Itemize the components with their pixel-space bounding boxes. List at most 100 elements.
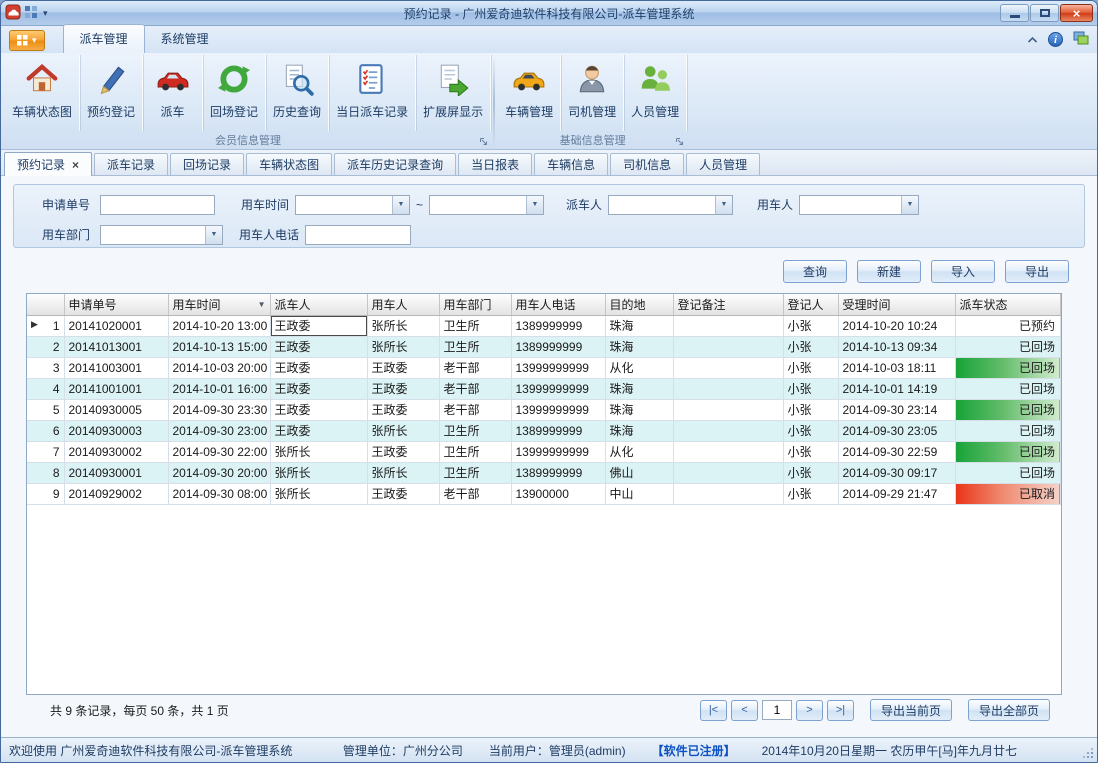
cell-status[interactable]: 已回场 (955, 357, 1061, 378)
cell-apply-no[interactable]: 20140929002 (64, 483, 168, 504)
cell-apply-no[interactable]: 20141003001 (64, 357, 168, 378)
dispatcher-combo[interactable]: ▼ (608, 195, 733, 215)
tab-close-icon[interactable]: × (72, 159, 79, 171)
column-filter-icon[interactable]: ▼ (258, 300, 266, 309)
column-dispatcher[interactable]: 派车人 (270, 294, 367, 315)
cell-remark[interactable] (673, 441, 783, 462)
cell-status[interactable]: 已回场 (955, 378, 1061, 399)
cell-user[interactable]: 王政委 (367, 483, 439, 504)
cell-use-time[interactable]: 2014-09-30 20:00 (168, 462, 270, 483)
cell-apply-no[interactable]: 20140930002 (64, 441, 168, 462)
cell-apply-no[interactable]: 20141013001 (64, 336, 168, 357)
cell-apply-no[interactable]: 20140930003 (64, 420, 168, 441)
cell-registrar[interactable]: 小张 (783, 357, 838, 378)
column-registrar[interactable]: 登记人 (783, 294, 838, 315)
cell-dept[interactable]: 卫生所 (439, 420, 511, 441)
cell-phone[interactable]: 1389999999 (511, 315, 605, 336)
row-header[interactable]: 2 (27, 336, 64, 357)
cell-registrar[interactable]: 小张 (783, 378, 838, 399)
ribbon-button-personnel-management[interactable]: 人员管理 (624, 55, 687, 131)
cell-use-time[interactable]: 2014-10-20 13:00 (168, 315, 270, 336)
table-row[interactable]: 2201410130012014-10-13 15:00王政委张所长卫生所138… (27, 336, 1061, 357)
tab-driver-info[interactable]: 司机信息 (610, 153, 684, 175)
ribbon-button-driver-management[interactable]: 司机管理 (561, 55, 624, 131)
cell-dispatcher[interactable]: 王政委 (270, 399, 367, 420)
cell-user[interactable]: 张所长 (367, 420, 439, 441)
cell-dispatcher[interactable]: 张所长 (270, 483, 367, 504)
column-accept-time[interactable]: 受理时间 (838, 294, 955, 315)
cell-user[interactable]: 王政委 (367, 357, 439, 378)
cell-dept[interactable]: 卫生所 (439, 462, 511, 483)
group-dialog-launcher-icon[interactable] (479, 137, 488, 146)
page-number-input[interactable] (762, 700, 792, 720)
dropdown-arrow-icon[interactable]: ▼ (526, 196, 543, 214)
collapse-ribbon-icon[interactable] (1027, 33, 1038, 47)
cell-accept-time[interactable]: 2014-09-30 23:05 (838, 420, 955, 441)
row-header[interactable]: 8 (27, 462, 64, 483)
ribbon-button-extended-screen[interactable]: 扩展屏显示 (416, 55, 491, 131)
cell-dept[interactable]: 老干部 (439, 378, 511, 399)
column-user[interactable]: 用车人 (367, 294, 439, 315)
quick-access-dropdown-icon[interactable]: ▾ (41, 8, 50, 19)
cell-use-time[interactable]: 2014-10-13 15:00 (168, 336, 270, 357)
resize-grip[interactable] (1080, 745, 1093, 758)
table-row[interactable]: 4201410010012014-10-01 16:00王政委王政委老干部139… (27, 378, 1061, 399)
quick-access-toolbar-icon[interactable] (24, 5, 38, 22)
cell-phone[interactable]: 13900000 (511, 483, 605, 504)
cell-dispatcher[interactable]: 王政委 (270, 336, 367, 357)
cell-use-time[interactable]: 2014-10-01 16:00 (168, 378, 270, 399)
application-menu-button[interactable]: ▾ (9, 30, 45, 51)
cell-user[interactable]: 张所长 (367, 315, 439, 336)
cell-dept[interactable]: 老干部 (439, 357, 511, 378)
cell-apply-no[interactable]: 20141020001 (64, 315, 168, 336)
tab-personnel-management[interactable]: 人员管理 (686, 153, 760, 175)
dropdown-arrow-icon[interactable]: ▼ (392, 196, 409, 214)
info-icon[interactable]: i (1048, 32, 1063, 47)
row-header[interactable]: ▶1 (27, 315, 64, 336)
cell-user[interactable]: 张所长 (367, 462, 439, 483)
cell-status[interactable]: 已回场 (955, 399, 1061, 420)
table-row[interactable]: 5201409300052014-09-30 23:30王政委王政委老干部139… (27, 399, 1061, 420)
cell-accept-time[interactable]: 2014-09-30 23:14 (838, 399, 955, 420)
ribbon-button-today-dispatch-records[interactable]: 当日派车记录 (329, 55, 416, 131)
minimize-button[interactable] (1000, 4, 1029, 22)
cell-remark[interactable] (673, 357, 783, 378)
user-combo[interactable]: ▼ (799, 195, 919, 215)
cell-dept[interactable]: 卫生所 (439, 441, 511, 462)
cell-phone[interactable]: 13999999999 (511, 357, 605, 378)
cell-apply-no[interactable]: 20141001001 (64, 378, 168, 399)
cell-remark[interactable] (673, 336, 783, 357)
ribbon-button-return-register[interactable]: 回场登记 (203, 55, 266, 131)
cell-remark[interactable] (673, 378, 783, 399)
cell-dest[interactable]: 珠海 (605, 378, 673, 399)
cell-dest[interactable]: 珠海 (605, 336, 673, 357)
cell-dest[interactable]: 珠海 (605, 315, 673, 336)
prev-page-button[interactable]: < (731, 700, 758, 721)
column-use-time[interactable]: 用车时间▼ (168, 294, 270, 315)
column-status[interactable]: 派车状态 (955, 294, 1061, 315)
use-time-to-combo[interactable]: ▼ (429, 195, 544, 215)
cell-dest[interactable]: 从化 (605, 357, 673, 378)
cell-accept-time[interactable]: 2014-10-03 18:11 (838, 357, 955, 378)
dept-combo[interactable]: ▼ (100, 225, 223, 245)
dropdown-arrow-icon[interactable]: ▼ (715, 196, 732, 214)
cell-status[interactable]: 已回场 (955, 441, 1061, 462)
export-current-page-button[interactable]: 导出当前页 (870, 699, 952, 721)
next-page-button[interactable]: > (796, 700, 823, 721)
phone-input[interactable] (305, 225, 411, 245)
ribbon-tab-system-management[interactable]: 系统管理 (145, 25, 225, 53)
cell-status[interactable]: 已回场 (955, 336, 1061, 357)
cell-registrar[interactable]: 小张 (783, 462, 838, 483)
ribbon-button-reservation-register[interactable]: 预约登记 (80, 55, 143, 131)
tab-dispatch-history-query[interactable]: 派车历史记录查询 (334, 153, 456, 175)
cell-status[interactable]: 已预约 (955, 315, 1061, 336)
cell-use-time[interactable]: 2014-09-30 08:00 (168, 483, 270, 504)
ribbon-tab-dispatch-management[interactable]: 派车管理 (63, 24, 145, 53)
column-dept[interactable]: 用车部门 (439, 294, 511, 315)
table-row[interactable]: 6201409300032014-09-30 23:00王政委张所长卫生所138… (27, 420, 1061, 441)
cell-status[interactable]: 已回场 (955, 462, 1061, 483)
tab-dispatch-records[interactable]: 派车记录 (94, 153, 168, 175)
cell-registrar[interactable]: 小张 (783, 336, 838, 357)
registered-link[interactable]: 【软件已注册】 (652, 742, 736, 759)
cell-remark[interactable] (673, 315, 783, 336)
